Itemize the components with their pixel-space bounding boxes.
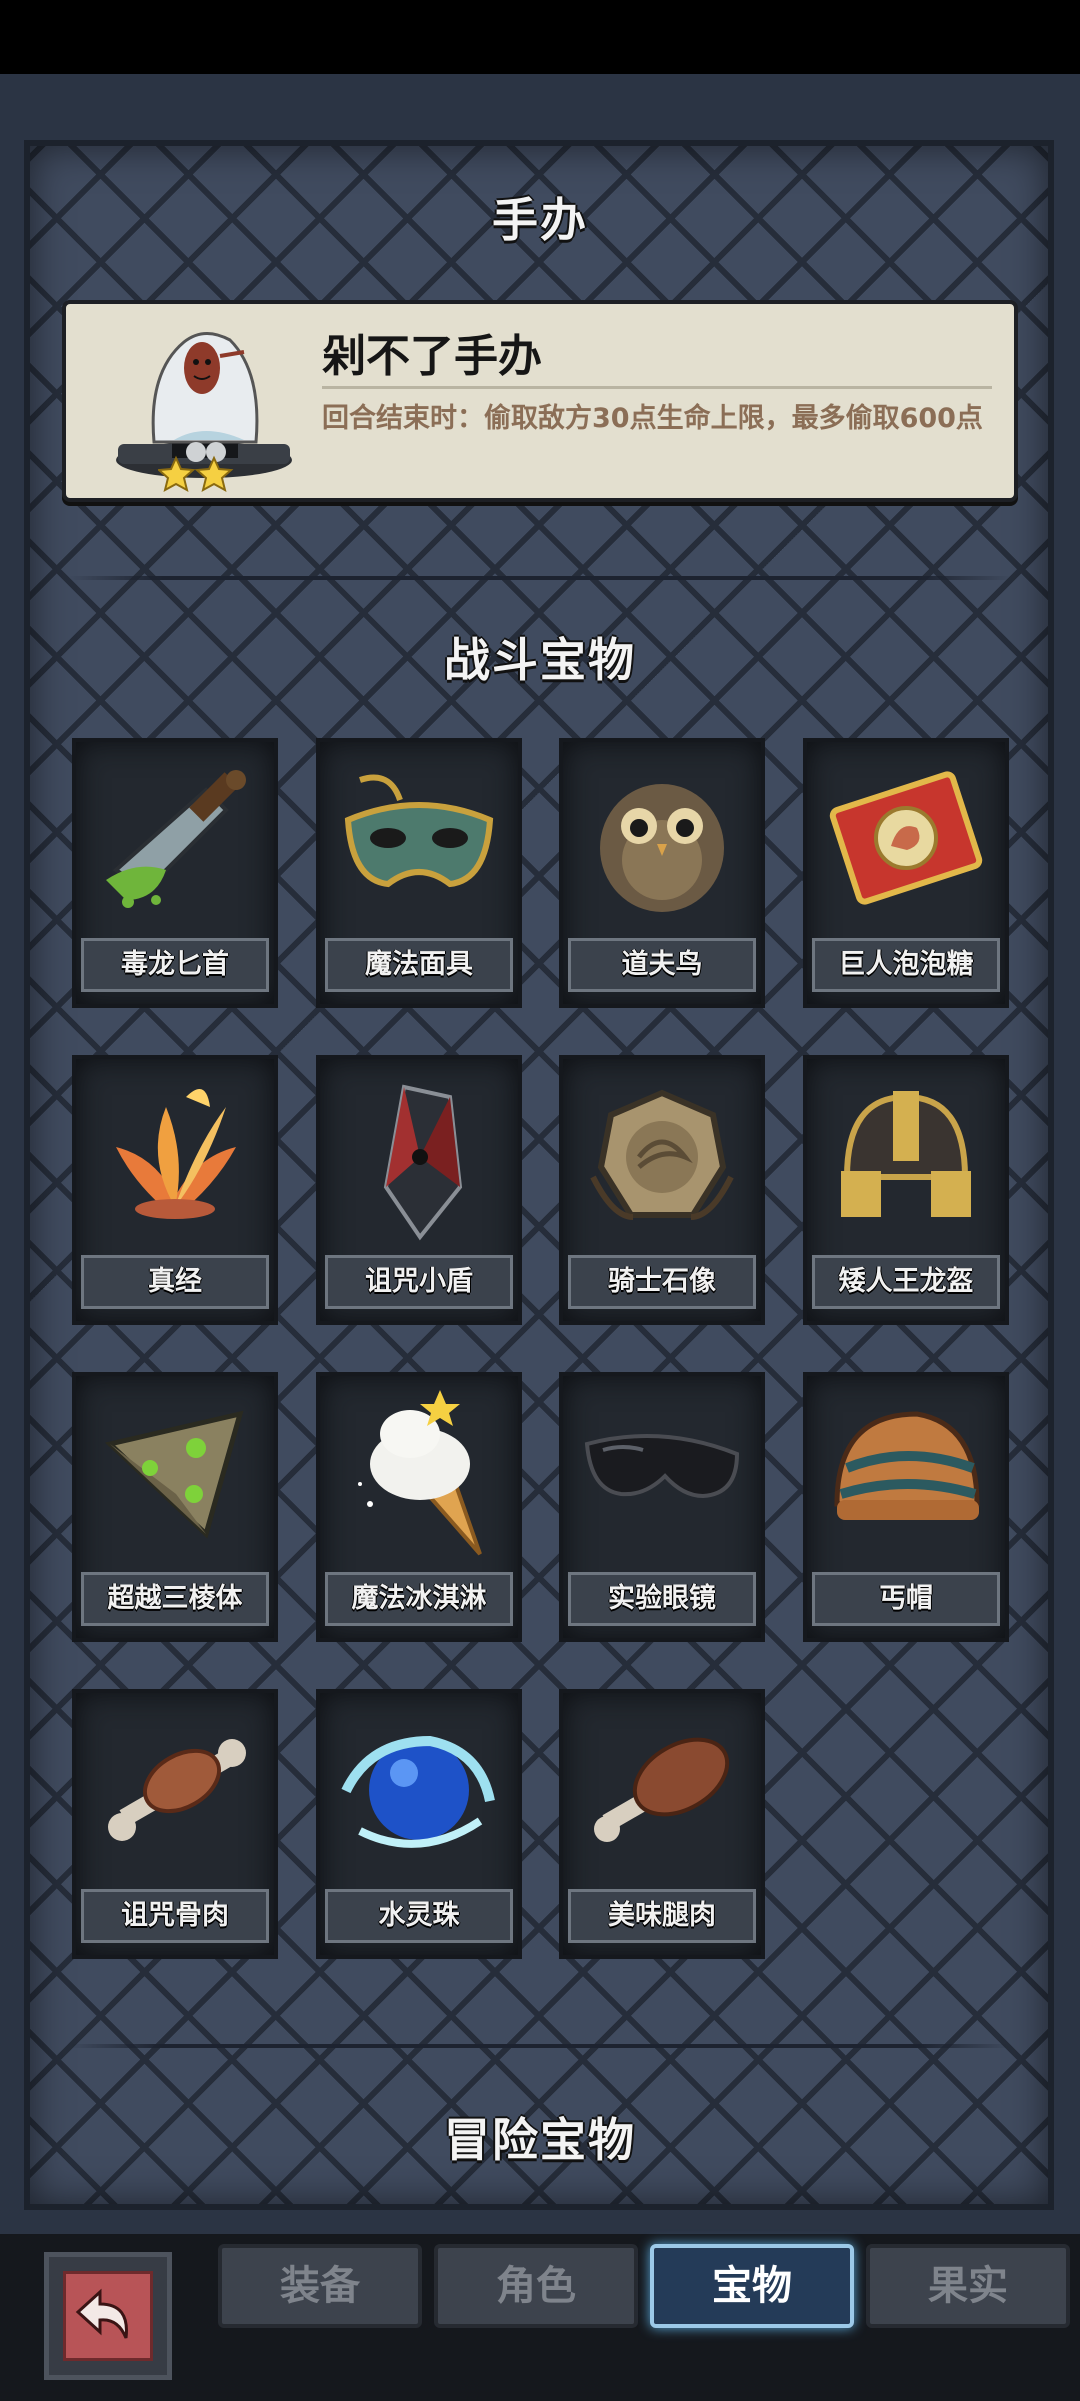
treasure-label: 实验眼镜 [568, 1572, 756, 1626]
treasure-label: 诅咒骨肉 [81, 1889, 269, 1943]
tab-characters[interactable]: 角色 [434, 2244, 638, 2328]
bubblegum-pack-icon [829, 771, 983, 905]
figure-section-title: 手办 [492, 193, 588, 247]
treasure-label: 超越三棱体 [81, 1572, 269, 1626]
magic-mask-icon [344, 774, 494, 888]
treasure-slot[interactable]: 水灵珠 [316, 1689, 522, 1959]
treasure-slot[interactable]: 诅咒小盾 [316, 1055, 522, 1325]
owl-icon [600, 784, 724, 912]
dwarf-helmet-icon [841, 1091, 971, 1217]
treasure-slot[interactable]: 道夫鸟 [559, 738, 765, 1008]
back-arrow-icon [75, 2288, 128, 2339]
star-icon [158, 455, 196, 492]
back-button[interactable] [44, 2252, 172, 2380]
treasure-label: 道夫鸟 [568, 938, 756, 992]
beanie-icon [834, 1411, 980, 1520]
tab-fruits[interactable]: 果实 [866, 2244, 1070, 2328]
treasure-label: 真经 [81, 1255, 269, 1309]
treasure-label: 骑士石像 [568, 1255, 756, 1309]
treasure-slot[interactable]: 魔法冰淇淋 [316, 1372, 522, 1642]
drumstick-icon [594, 1737, 730, 1842]
cursed-shield-icon [383, 1084, 463, 1241]
treasure-label: 毒龙匕首 [81, 938, 269, 992]
knight-stone-icon [590, 1089, 734, 1220]
treasure-label: 魔法冰淇淋 [325, 1572, 513, 1626]
treasure-label: 魔法面具 [325, 938, 513, 992]
ice-cream-icon [358, 1390, 482, 1556]
cursed-bone-meat-icon [108, 1739, 246, 1841]
treasure-slot[interactable]: 矮人王龙盔 [803, 1055, 1009, 1325]
treasure-slot[interactable]: 巨人泡泡糖 [803, 738, 1009, 1008]
treasure-slot[interactable]: 超越三棱体 [72, 1372, 278, 1642]
section-divider [68, 2044, 1012, 2048]
treasure-slot[interactable]: 骑士石像 [559, 1055, 765, 1325]
tab-treasures[interactable]: 宝物 [650, 2244, 854, 2328]
goggles-icon [584, 1434, 740, 1499]
treasure-slot[interactable]: 丐帽 [803, 1372, 1009, 1642]
treasure-slot[interactable]: 实验眼镜 [559, 1372, 765, 1642]
section-divider [68, 576, 1012, 580]
treasure-label: 巨人泡泡糖 [812, 938, 1000, 992]
battle-section-title: 战斗宝物 [444, 633, 636, 687]
adventure-section-title: 冒险宝物 [444, 2113, 636, 2167]
tab-equipment[interactable]: 装备 [218, 2244, 422, 2328]
figure-description: 回合结束时：偷取敌方30点生命上限，最多偷取600点 [322, 403, 983, 434]
poison-dagger-icon [106, 770, 246, 908]
treasure-slot[interactable]: 魔法面具 [316, 738, 522, 1008]
treasure-slot[interactable]: 毒龙匕首 [72, 738, 278, 1008]
treasure-label: 矮人王龙盔 [812, 1255, 1000, 1309]
treasure-label: 水灵珠 [325, 1889, 513, 1943]
treasure-label: 丐帽 [812, 1572, 1000, 1626]
star-rating [158, 455, 234, 492]
figure-name: 剁不了手办 [322, 331, 542, 382]
lotus-icon [116, 1089, 236, 1219]
treasure-label: 诅咒小盾 [325, 1255, 513, 1309]
treasure-slot[interactable]: 美味腿肉 [559, 1689, 765, 1959]
treasure-slot[interactable]: 诅咒骨肉 [72, 1689, 278, 1959]
figure-divider [322, 386, 992, 389]
treasure-slot[interactable]: 真经 [72, 1055, 278, 1325]
treasure-label: 美味腿肉 [568, 1889, 756, 1943]
prism-icon [104, 1410, 244, 1539]
figure-card[interactable]: 剁不了手办 回合结束时：偷取敌方30点生命上限，最多偷取600点 [62, 300, 1018, 502]
star-icon [194, 455, 234, 492]
water-orb-icon [341, 1735, 495, 1848]
